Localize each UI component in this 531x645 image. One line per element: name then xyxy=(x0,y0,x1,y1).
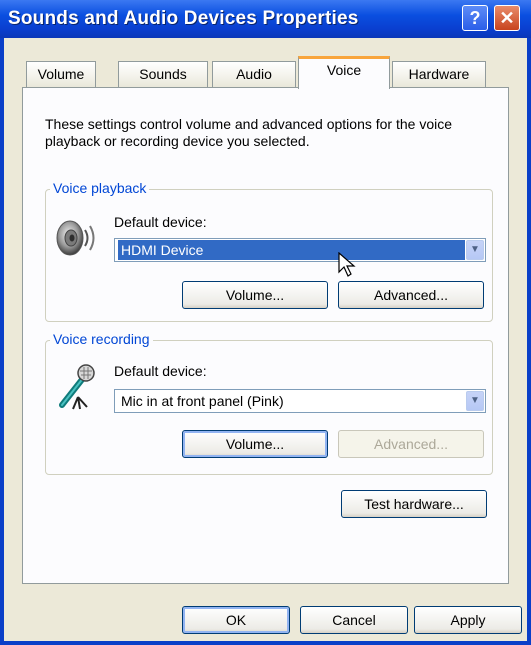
tab-volume[interactable]: Volume xyxy=(26,61,96,87)
tab-audio[interactable]: Audio xyxy=(212,61,296,87)
dialog-client-area: Volume Sounds Audio Voice Hardware These… xyxy=(4,38,527,641)
microphone-icon xyxy=(54,361,98,416)
voice-tab-panel: These settings control volume and advanc… xyxy=(22,87,509,584)
speaker-icon xyxy=(54,218,98,263)
dialog-window: Sounds and Audio Devices Properties ? ✕ … xyxy=(0,0,531,645)
playback-default-device-label: Default device: xyxy=(114,214,207,230)
tab-voice[interactable]: Voice xyxy=(298,56,390,89)
tab-hardware[interactable]: Hardware xyxy=(392,61,486,87)
recording-default-device-label: Default device: xyxy=(114,363,207,379)
cancel-button[interactable]: Cancel xyxy=(300,606,408,634)
help-button[interactable]: ? xyxy=(462,5,488,31)
playback-volume-button[interactable]: Volume... xyxy=(182,281,328,309)
recording-volume-button[interactable]: Volume... xyxy=(182,430,328,458)
chevron-down-icon[interactable]: ▼ xyxy=(466,240,484,260)
voice-recording-group: Voice recording Default device: Mic in a… xyxy=(45,331,493,475)
chevron-down-icon[interactable]: ▼ xyxy=(466,391,484,411)
title-bar[interactable]: Sounds and Audio Devices Properties ? ✕ xyxy=(0,0,531,38)
recording-advanced-button: Advanced... xyxy=(338,430,484,458)
window-title: Sounds and Audio Devices Properties xyxy=(8,8,359,29)
ok-button[interactable]: OK xyxy=(182,606,290,634)
mouse-pointer-icon xyxy=(338,251,358,283)
recording-device-dropdown[interactable]: Mic in at front panel (Pink) ▼ xyxy=(114,389,486,413)
playback-advanced-button[interactable]: Advanced... xyxy=(338,281,484,309)
tab-strip: Volume Sounds Audio Voice Hardware xyxy=(4,38,527,89)
voice-playback-label: Voice playback xyxy=(50,180,150,196)
recording-device-value: Mic in at front panel (Pink) xyxy=(121,393,284,409)
playback-device-value: HDMI Device xyxy=(118,240,465,260)
voice-recording-label: Voice recording xyxy=(50,331,153,347)
close-button[interactable]: ✕ xyxy=(494,5,520,31)
test-hardware-button[interactable]: Test hardware... xyxy=(341,490,487,518)
description-text: These settings control volume and advanc… xyxy=(45,116,453,149)
playback-device-dropdown[interactable]: HDMI Device ▼ xyxy=(114,238,486,262)
tab-sounds[interactable]: Sounds xyxy=(118,61,208,87)
apply-button[interactable]: Apply xyxy=(414,606,522,634)
voice-playback-group: Voice playback Default device: HDMI Devi… xyxy=(45,180,493,322)
